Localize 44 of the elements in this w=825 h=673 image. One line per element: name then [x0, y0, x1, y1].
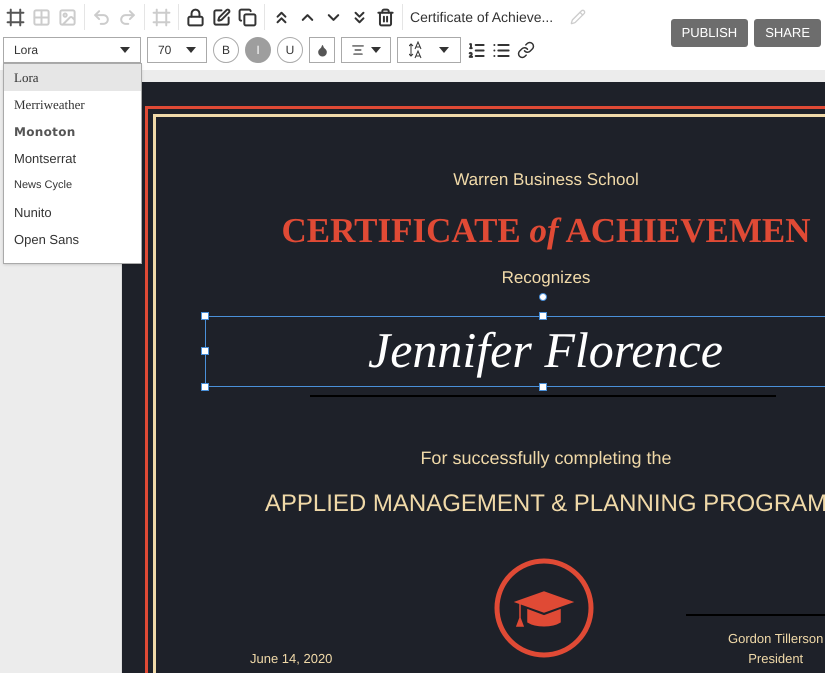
font-option[interactable]: Open Sans	[4, 226, 141, 253]
resize-handle[interactable]	[539, 383, 547, 391]
recipient-name: Jennifer Florence	[368, 321, 723, 380]
color-button[interactable]	[309, 37, 335, 63]
resize-handle[interactable]	[539, 312, 547, 320]
caret-icon	[371, 47, 381, 53]
numbered-list-icon[interactable]	[467, 40, 486, 60]
link-icon[interactable]	[517, 41, 535, 59]
completion-text: For successfully completing the	[420, 447, 672, 470]
resize-handle[interactable]	[201, 383, 209, 391]
lock-icon[interactable]	[186, 8, 205, 26]
program-name: APPLIED MANAGEMENT & PLANNING PROGRAM	[264, 489, 825, 519]
caret-icon	[186, 47, 196, 53]
droplet-icon	[316, 44, 328, 56]
font-option[interactable]: Monoton	[4, 118, 141, 145]
font-option[interactable]: Nunito	[4, 199, 141, 226]
toolbar-button[interactable]: SHARE	[754, 19, 821, 47]
rotate-handle[interactable]	[539, 293, 547, 301]
toolbar-button[interactable]: PUBLISH	[670, 19, 748, 47]
duplicate-icon[interactable]	[238, 8, 257, 26]
certificate-date: June 14, 2020	[250, 650, 332, 668]
signer-role: President	[748, 650, 804, 668]
document-title: Certificate of Achieve...	[410, 8, 554, 26]
caret-icon	[439, 47, 449, 53]
font-size-select[interactable]: 70	[147, 37, 207, 63]
line-height-select[interactable]	[397, 37, 461, 63]
recognizes-text: Recognizes	[502, 266, 590, 288]
align-select[interactable]	[341, 37, 391, 63]
school-name: Warren Business School	[453, 169, 639, 191]
resize-handle[interactable]	[201, 312, 209, 320]
delete-icon[interactable]	[376, 8, 395, 26]
text-style-toggle[interactable]: B	[213, 37, 239, 63]
font-option[interactable]: Lora	[4, 64, 141, 91]
edit-icon[interactable]	[212, 8, 231, 26]
text-style-toggle[interactable]: U	[277, 37, 303, 63]
align-center-icon	[351, 43, 365, 57]
certificate-title: CERTIFICATE of ACHIEVEMEN	[281, 210, 811, 252]
font-option[interactable]: Montserrat	[4, 145, 141, 172]
selected-text-box[interactable]	[205, 316, 825, 387]
caret-icon	[120, 47, 130, 53]
font-option[interactable]: Merriweather	[4, 91, 141, 118]
font-option[interactable]: News Cycle	[4, 172, 141, 199]
signer-name: Gordon Tillerson	[728, 630, 824, 648]
resize-handle[interactable]	[201, 347, 209, 355]
